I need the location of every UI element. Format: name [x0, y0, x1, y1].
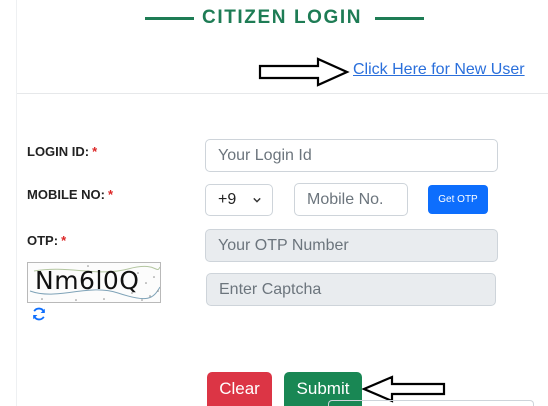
- arrow-left-icon: [362, 375, 446, 403]
- otp-label: OTP: *: [27, 233, 66, 248]
- chevron-down-icon: [253, 197, 261, 203]
- divider: [17, 93, 548, 94]
- arrow-right-icon: [258, 57, 350, 87]
- otp-label-text: OTP:: [27, 233, 59, 248]
- partial-field-box: [328, 400, 534, 406]
- mobile-number-input[interactable]: [294, 183, 408, 216]
- captcha-image: Nm6l0Q: [27, 262, 161, 303]
- login-header: CITIZEN LOGIN: [0, 6, 548, 30]
- country-code-select[interactable]: +9: [205, 184, 273, 216]
- clear-button[interactable]: Clear: [207, 372, 272, 406]
- mobile-label-text: MOBILE NO:: [27, 187, 105, 202]
- required-mark: *: [92, 144, 98, 159]
- captcha-text: Nm6l0Q: [35, 266, 140, 295]
- required-mark: *: [61, 233, 67, 248]
- mobile-label: MOBILE NO: *: [27, 187, 113, 202]
- title-decoration-left: [145, 17, 194, 20]
- login-id-input[interactable]: [205, 139, 498, 172]
- panel-left-border: [16, 0, 17, 406]
- country-code-value: +9: [218, 191, 237, 208]
- otp-input[interactable]: [205, 229, 498, 262]
- login-id-label-text: LOGIN ID:: [27, 144, 90, 159]
- page-title: CITIZEN LOGIN: [202, 7, 363, 28]
- captcha-input[interactable]: [206, 273, 496, 306]
- new-user-link[interactable]: Click Here for New User: [353, 61, 525, 79]
- title-decoration-right: [375, 17, 424, 20]
- required-mark: *: [108, 187, 114, 202]
- refresh-icon[interactable]: [31, 306, 47, 322]
- get-otp-button[interactable]: Get OTP: [428, 185, 488, 214]
- login-id-label: LOGIN ID: *: [27, 144, 97, 159]
